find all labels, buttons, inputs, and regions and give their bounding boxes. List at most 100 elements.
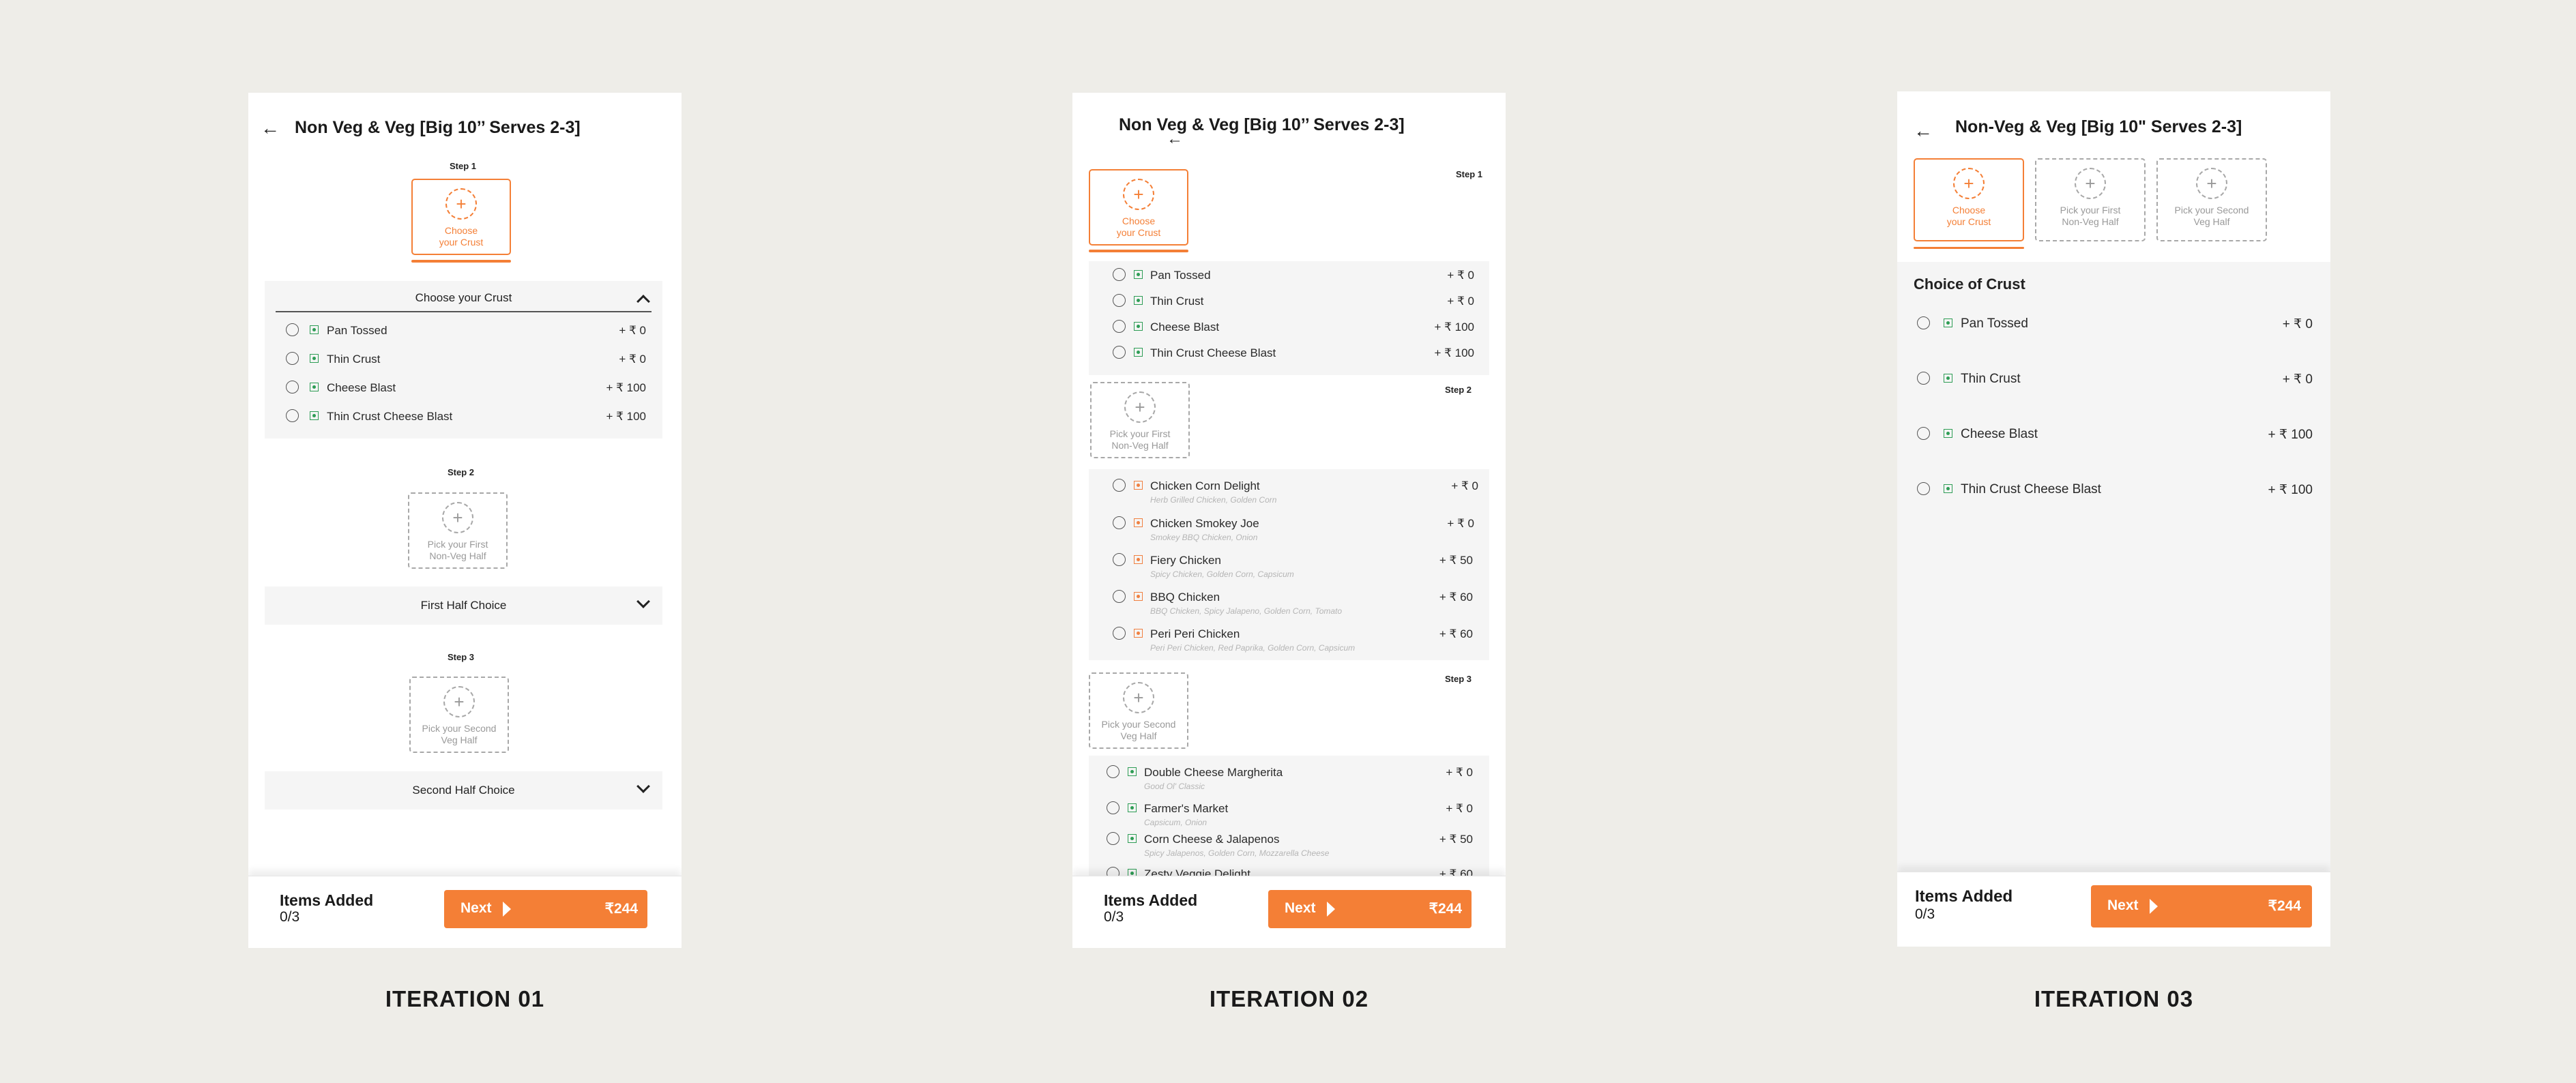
crust-option[interactable]: Pan Tossed + ₹ 0 bbox=[1897, 316, 2330, 344]
nonveg-icon bbox=[1134, 629, 1143, 638]
items-added-label: Items Added bbox=[280, 891, 374, 909]
play-arrow-icon bbox=[2150, 899, 2158, 914]
radio-button[interactable] bbox=[1107, 765, 1119, 778]
veg-icon bbox=[1944, 484, 1952, 493]
radio-button[interactable] bbox=[1107, 832, 1119, 845]
items-count: 0/3 bbox=[280, 909, 300, 925]
next-button[interactable]: Next ₹244 bbox=[2091, 885, 2312, 928]
choose-crust-card[interactable]: + Choose your Crust bbox=[411, 179, 511, 255]
radio-button[interactable] bbox=[1113, 320, 1126, 333]
second-half-card[interactable]: + Pick your Second Veg Half bbox=[1089, 672, 1188, 749]
crust-option[interactable]: Thin Crust + ₹ 0 bbox=[1897, 372, 2330, 399]
total-amount: ₹244 bbox=[2268, 898, 2301, 914]
veg-icon bbox=[1134, 322, 1143, 331]
second-half-card[interactable]: + Pick your Second Veg Half bbox=[409, 677, 509, 753]
radio-button[interactable] bbox=[1917, 482, 1930, 495]
second-half-card[interactable]: + Pick your Second Veg Half bbox=[2156, 158, 2267, 241]
nonveg-options-panel: Chicken Corn Delight Herb Grilled Chicke… bbox=[1089, 469, 1489, 660]
next-button[interactable]: Next ₹244 bbox=[444, 890, 647, 928]
second-half-option[interactable]: Corn Cheese & Jalapenos Spicy Jalapenos,… bbox=[1089, 832, 1489, 866]
veg-options-panel: Double Cheese Margherita Good Ol' Classi… bbox=[1089, 756, 1489, 892]
items-added-label: Items Added bbox=[1104, 891, 1198, 909]
crust-options-panel: Choose your Crust Pan Tossed + ₹ 0 Thin … bbox=[265, 281, 662, 439]
radio-button[interactable] bbox=[1113, 479, 1126, 492]
radio-button[interactable] bbox=[286, 323, 299, 336]
radio-button[interactable] bbox=[1917, 372, 1930, 385]
crust-option[interactable]: Thin Crust Cheese Blast + ₹ 100 bbox=[265, 409, 662, 436]
choose-crust-card[interactable]: + Choose your Crust bbox=[1089, 169, 1188, 246]
page-title: Non Veg & Veg [Big 10’’ Serves 2-3] bbox=[1119, 115, 1405, 134]
crust-option[interactable]: Cheese Blast + ₹ 100 bbox=[265, 381, 662, 408]
plus-icon: + bbox=[1123, 179, 1154, 210]
first-half-option[interactable]: Fiery Chicken Spicy Chicken, Golden Corn… bbox=[1089, 553, 1489, 587]
back-arrow-icon[interactable]: ← bbox=[261, 119, 280, 138]
veg-icon bbox=[1128, 834, 1137, 843]
crust-option[interactable]: Cheese Blast + ₹ 100 bbox=[1897, 427, 2330, 454]
radio-button[interactable] bbox=[286, 352, 299, 365]
items-count: 0/3 bbox=[1104, 909, 1124, 925]
total-amount: ₹244 bbox=[604, 901, 638, 917]
section-header[interactable]: Choose your Crust bbox=[265, 291, 662, 305]
second-half-option[interactable]: Farmer's Market Capsicum, Onion + ₹ 0 bbox=[1089, 801, 1489, 835]
radio-button[interactable] bbox=[1113, 627, 1126, 640]
page-title: Non-Veg & Veg [Big 10" Serves 2-3] bbox=[1955, 117, 2242, 136]
next-button[interactable]: Next ₹244 bbox=[1268, 890, 1472, 928]
radio-button[interactable] bbox=[286, 381, 299, 394]
first-half-option[interactable]: Peri Peri Chicken Peri Peri Chicken, Red… bbox=[1089, 627, 1489, 661]
back-arrow-icon[interactable]: ← bbox=[1167, 131, 1183, 147]
radio-button[interactable] bbox=[1113, 553, 1126, 566]
veg-icon bbox=[1134, 270, 1143, 279]
crust-option[interactable]: Thin Crust + ₹ 0 bbox=[1089, 294, 1489, 321]
radio-button[interactable] bbox=[1113, 590, 1126, 603]
first-half-card[interactable]: + Pick your First Non-Veg Half bbox=[1090, 382, 1190, 458]
crust-option[interactable]: Thin Crust + ₹ 0 bbox=[265, 352, 662, 379]
first-half-option[interactable]: Chicken Corn Delight Herb Grilled Chicke… bbox=[1089, 479, 1489, 513]
total-amount: ₹244 bbox=[1429, 901, 1462, 917]
radio-button[interactable] bbox=[1113, 268, 1126, 281]
veg-icon bbox=[1944, 374, 1952, 383]
first-half-choice-section[interactable]: First Half Choice bbox=[265, 587, 662, 625]
radio-button[interactable] bbox=[286, 409, 299, 422]
iteration-label: ITERATION 03 bbox=[2034, 986, 2194, 1011]
step-1-label: Step 1 bbox=[450, 161, 477, 171]
items-added-label: Items Added bbox=[1915, 887, 2013, 906]
second-half-option[interactable]: Double Cheese Margherita Good Ol' Classi… bbox=[1089, 765, 1489, 799]
step-1-label: Step 1 bbox=[1455, 169, 1482, 179]
crust-option[interactable]: Pan Tossed + ₹ 0 bbox=[1089, 268, 1489, 295]
plus-icon: + bbox=[1953, 168, 1985, 199]
veg-icon bbox=[1134, 296, 1143, 305]
divider bbox=[276, 311, 652, 312]
crust-option[interactable]: Thin Crust Cheese Blast + ₹ 100 bbox=[1089, 346, 1489, 373]
radio-button[interactable] bbox=[1917, 316, 1930, 329]
second-half-choice-section[interactable]: Second Half Choice bbox=[265, 771, 662, 810]
first-half-option[interactable]: BBQ Chicken BBQ Chicken, Spicy Jalapeno,… bbox=[1089, 590, 1489, 624]
radio-button[interactable] bbox=[1107, 801, 1119, 814]
crust-options-panel: Choice of Crust Pan Tossed + ₹ 0 Thin Cr… bbox=[1897, 262, 2330, 876]
active-step-underline bbox=[1089, 250, 1188, 252]
first-half-option[interactable]: Chicken Smokey Joe Smokey BBQ Chicken, O… bbox=[1089, 516, 1489, 550]
step-3-label: Step 3 bbox=[1444, 674, 1472, 684]
radio-button[interactable] bbox=[1917, 427, 1930, 440]
radio-button[interactable] bbox=[1113, 516, 1126, 529]
nonveg-icon bbox=[1134, 555, 1143, 564]
veg-icon bbox=[1134, 348, 1143, 357]
footer-bar: Items Added 0/3 Next ₹244 bbox=[1072, 876, 1506, 948]
choose-crust-card[interactable]: + Choose your Crust bbox=[1914, 158, 2024, 241]
crust-option[interactable]: Pan Tossed + ₹ 0 bbox=[265, 323, 662, 351]
card-label-line2: your Crust bbox=[439, 237, 484, 248]
crust-option[interactable]: Cheese Blast + ₹ 100 bbox=[1089, 320, 1489, 347]
veg-icon bbox=[310, 383, 319, 391]
radio-button[interactable] bbox=[1113, 294, 1126, 307]
first-half-card[interactable]: + Pick your First Non-Veg Half bbox=[408, 492, 508, 569]
active-step-underline bbox=[411, 260, 511, 263]
veg-icon bbox=[1128, 803, 1137, 812]
radio-button[interactable] bbox=[1113, 346, 1126, 359]
back-arrow-icon[interactable]: ← bbox=[1914, 121, 1933, 140]
first-half-card[interactable]: + Pick your First Non-Veg Half bbox=[2035, 158, 2146, 241]
nonveg-icon bbox=[1134, 592, 1143, 601]
card-label-line1: Choose bbox=[444, 225, 478, 236]
veg-icon bbox=[1128, 767, 1137, 776]
iteration-label: ITERATION 02 bbox=[1209, 986, 1369, 1011]
crust-option[interactable]: Thin Crust Cheese Blast + ₹ 100 bbox=[1897, 482, 2330, 509]
nonveg-icon bbox=[1134, 481, 1143, 490]
